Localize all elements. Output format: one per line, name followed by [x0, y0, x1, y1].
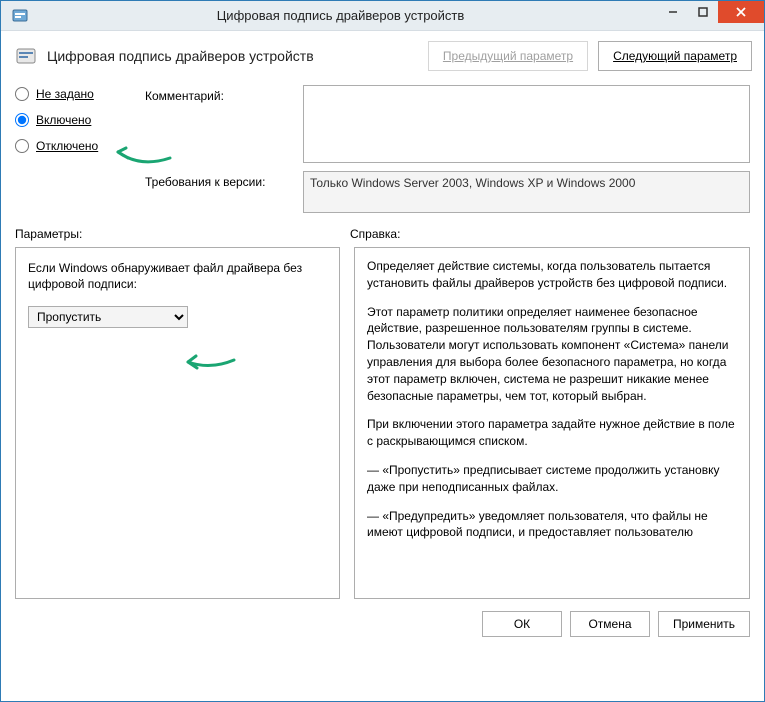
radio-not-configured[interactable]: Не задано — [15, 87, 135, 101]
help-paragraph: — «Пропустить» предписывает системе прод… — [367, 462, 737, 496]
dialog-header: Цифровая подпись драйверов устройств Пре… — [1, 31, 764, 81]
comment-label: Комментарий: — [145, 85, 295, 103]
cancel-button[interactable]: Отмена — [570, 611, 650, 637]
radio-enabled-input[interactable] — [15, 113, 29, 127]
help-paragraph: — «Предупредить» уведомляет пользователя… — [367, 508, 737, 542]
window-titlebar: Цифровая подпись драйверов устройств — [1, 1, 764, 31]
radio-not-configured-label: Не задано — [36, 87, 94, 101]
help-paragraph: Определяет действие системы, когда польз… — [367, 258, 737, 292]
apply-button[interactable]: Применить — [658, 611, 750, 637]
radio-disabled-input[interactable] — [15, 139, 29, 153]
state-radio-group: Не задано Включено Отключено — [15, 85, 135, 213]
parameters-label: Параметры: — [15, 227, 350, 241]
app-icon — [11, 7, 29, 25]
window-maximize-button[interactable] — [688, 1, 718, 23]
next-setting-button[interactable]: Следующий параметр — [598, 41, 752, 71]
window-minimize-button[interactable] — [658, 1, 688, 23]
dialog-footer: ОК Отмена Применить — [1, 599, 764, 637]
radio-disabled[interactable]: Отключено — [15, 139, 135, 153]
radio-not-configured-input[interactable] — [15, 87, 29, 101]
window-close-button[interactable] — [718, 1, 764, 23]
window-title: Цифровая подпись драйверов устройств — [37, 8, 644, 23]
section-labels-row: Параметры: Справка: — [1, 213, 764, 247]
option-label: Если Windows обнаруживает файл драйвера … — [28, 260, 327, 292]
radio-enabled[interactable]: Включено — [15, 113, 135, 127]
help-panel: Определяет действие системы, когда польз… — [354, 247, 750, 599]
lower-panels: Если Windows обнаруживает файл драйвера … — [1, 247, 764, 599]
help-paragraph: Этот параметр политики определяет наимен… — [367, 304, 737, 405]
ok-button[interactable]: ОК — [482, 611, 562, 637]
help-paragraph: При включении этого параметра задайте ну… — [367, 416, 737, 450]
comment-textarea[interactable] — [303, 85, 750, 163]
radio-disabled-label: Отключено — [36, 139, 98, 153]
parameters-panel: Если Windows обнаруживает файл драйвера … — [15, 247, 340, 599]
policy-icon — [15, 45, 37, 67]
policy-config-area: Не задано Включено Отключено Комментарий… — [1, 81, 764, 213]
help-scroll[interactable]: Определяет действие системы, когда польз… — [355, 248, 749, 598]
previous-setting-button[interactable]: Предыдущий параметр — [428, 41, 588, 71]
radio-enabled-label: Включено — [36, 113, 91, 127]
version-req-box: Только Windows Server 2003, Windows XP и… — [303, 171, 750, 213]
help-label: Справка: — [350, 227, 750, 241]
action-dropdown[interactable]: Пропустить Предупредить Заблокировать — [28, 306, 188, 328]
policy-title: Цифровая подпись драйверов устройств — [47, 48, 418, 64]
version-req-label: Требования к версии: — [145, 171, 295, 189]
